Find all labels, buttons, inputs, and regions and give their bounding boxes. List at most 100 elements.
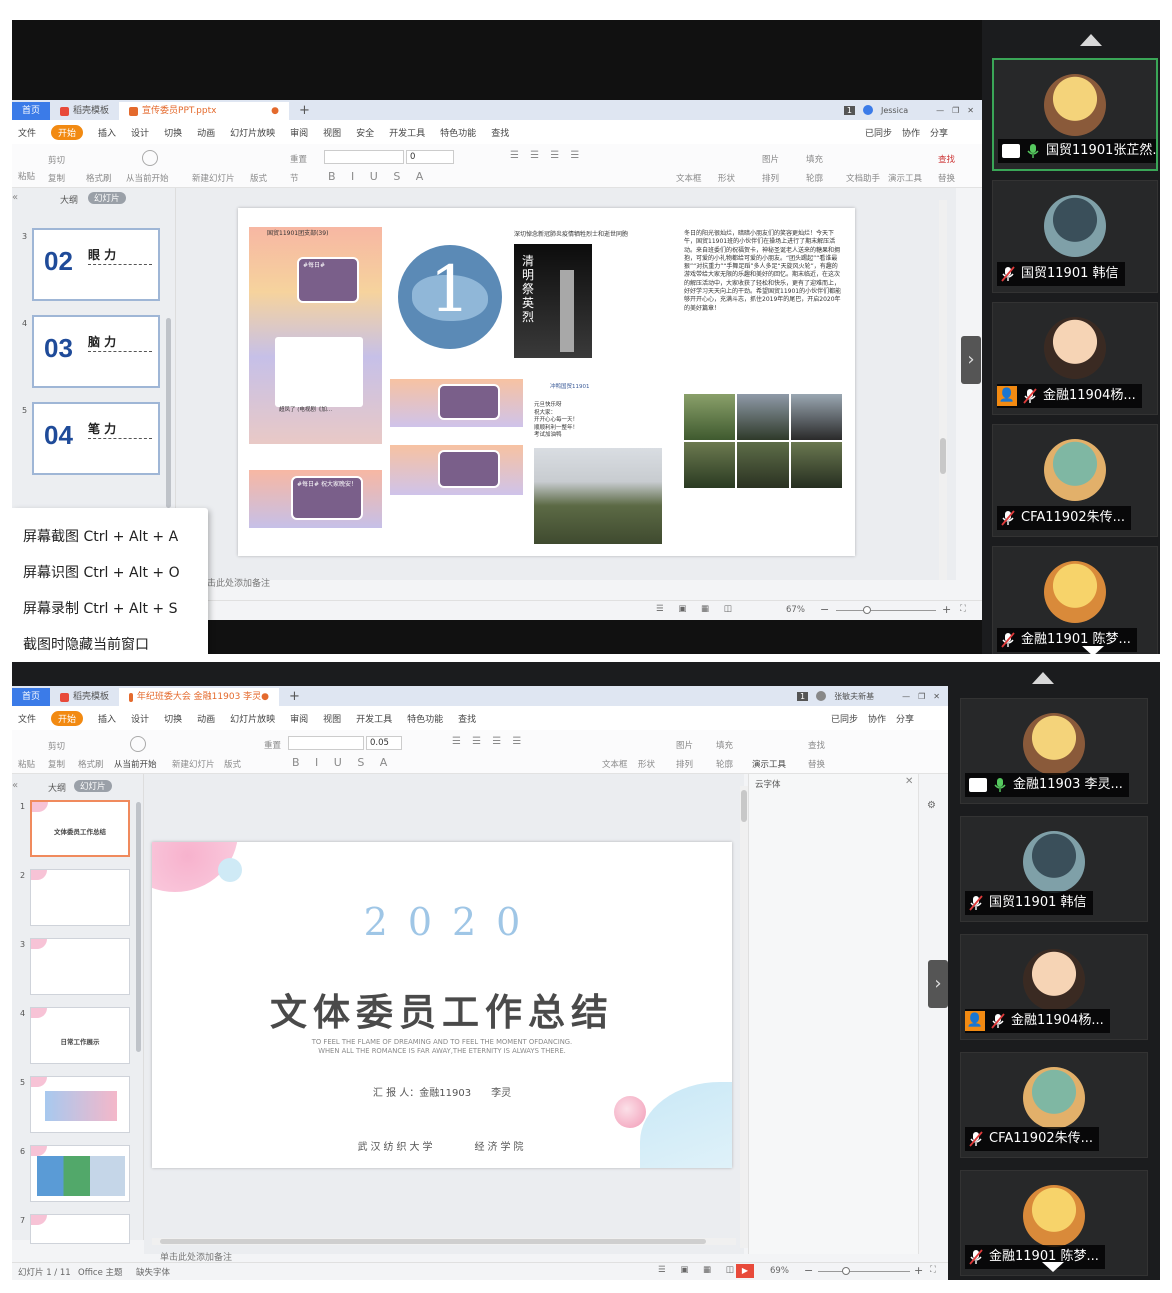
menu-3[interactable]: 插入 bbox=[98, 126, 116, 139]
scroll-down-indicator[interactable] bbox=[1082, 646, 1104, 654]
microphone-muted-icon[interactable] bbox=[1023, 388, 1037, 404]
tab-template[interactable]: 稻壳模板 bbox=[50, 102, 119, 120]
participant-tile[interactable]: 国贸11901 韩信 bbox=[960, 816, 1148, 922]
menu-2[interactable]: 开始 bbox=[51, 710, 84, 726]
view-buttons[interactable]: ☰ ▣ ▦ ◫ bbox=[658, 1265, 740, 1275]
cloud-font-label[interactable]: 云字体 bbox=[755, 778, 781, 790]
slide-thumbnail[interactable]: 日常工作展示 bbox=[30, 1007, 130, 1064]
zoom-in-button[interactable]: + bbox=[942, 603, 951, 616]
microphone-on-icon[interactable] bbox=[993, 777, 1007, 793]
reset-button[interactable]: 重置 bbox=[264, 739, 281, 751]
microphone-muted-icon[interactable] bbox=[1001, 632, 1015, 648]
doc-assistant-button[interactable]: 文档助手 bbox=[846, 172, 880, 184]
thumb-scrollbar[interactable] bbox=[136, 802, 141, 1052]
new-tab-button[interactable]: + bbox=[289, 102, 320, 120]
microphone-muted-icon[interactable] bbox=[991, 1013, 1005, 1029]
find-button[interactable]: 查找 bbox=[808, 739, 825, 751]
vertical-scrollbar[interactable] bbox=[740, 786, 748, 1248]
expand-participants-button[interactable]: › bbox=[928, 960, 948, 1008]
slide-thumbnail[interactable]: 文体委员工作总结 bbox=[30, 800, 130, 857]
microphone-muted-icon[interactable] bbox=[969, 895, 983, 911]
restore-icon[interactable]: ❐ bbox=[918, 692, 925, 701]
outline-tab[interactable]: 大纲 bbox=[48, 781, 66, 794]
play-from-current-button[interactable]: 从当前开始 bbox=[114, 758, 157, 770]
menu-11[interactable]: 开发工具 bbox=[389, 126, 425, 139]
menu-right-3[interactable]: 分享 bbox=[896, 712, 914, 725]
menu-12[interactable]: 特色功能 bbox=[440, 126, 476, 139]
screen-share-icon[interactable] bbox=[1002, 144, 1020, 158]
slide-thumbnail[interactable] bbox=[30, 938, 130, 995]
find-button[interactable]: 查找 bbox=[938, 153, 955, 165]
menu-8[interactable]: 审阅 bbox=[290, 712, 308, 725]
scroll-thumb[interactable] bbox=[741, 790, 747, 822]
slideshow-button[interactable]: ▶ bbox=[736, 1264, 754, 1278]
tab-home[interactable]: 首页 bbox=[12, 102, 51, 120]
participant-tile[interactable]: 金融11901 陈梦... bbox=[960, 1170, 1148, 1276]
participant-tile[interactable]: CFA11902朱传... bbox=[992, 424, 1158, 537]
cut-button[interactable]: 剪切 bbox=[48, 740, 65, 752]
format-painter-button[interactable]: 格式刷 bbox=[86, 172, 112, 184]
menu-4[interactable]: 设计 bbox=[131, 712, 149, 725]
properties-icon[interactable]: ⚙ bbox=[927, 800, 936, 811]
current-slide[interactable]: 国贸11901团支部(39) #每日# 超凤了 (电视剧《加... #每日# 祝… bbox=[238, 208, 855, 556]
menu-4[interactable]: 设计 bbox=[131, 126, 149, 139]
shape-button[interactable]: 形状 bbox=[718, 172, 735, 184]
menu-7[interactable]: 幻灯片放映 bbox=[230, 712, 275, 725]
menu-6[interactable]: 动画 bbox=[197, 712, 215, 725]
expand-participants-button[interactable]: › bbox=[961, 336, 981, 384]
zoom-value[interactable]: 67% bbox=[786, 605, 805, 615]
outline-tab[interactable]: 大纲 bbox=[60, 193, 78, 206]
reset-button[interactable]: 重置 bbox=[290, 153, 307, 165]
fit-window-icon[interactable]: ⛶ bbox=[960, 604, 966, 614]
slide-thumbnail[interactable] bbox=[30, 1214, 130, 1244]
menu-12[interactable]: 查找 bbox=[458, 712, 476, 725]
menu-right-1[interactable]: 已同步 bbox=[865, 126, 892, 139]
screen-share-icon[interactable] bbox=[969, 778, 987, 792]
cut-button[interactable]: 剪切 bbox=[48, 154, 65, 166]
menu-3[interactable]: 插入 bbox=[98, 712, 116, 725]
scroll-thumb[interactable] bbox=[940, 438, 946, 474]
current-slide[interactable]: 2020 文体委员工作总结 TO FEEL THE FLAME OF DREAM… bbox=[152, 842, 732, 1168]
zoom-out-button[interactable]: − bbox=[804, 1264, 813, 1277]
fill-button[interactable]: 填充 bbox=[716, 739, 733, 751]
arrange-button[interactable]: 排列 bbox=[676, 758, 693, 770]
close-icon[interactable]: ✕ bbox=[933, 692, 940, 701]
slide-thumbnail[interactable] bbox=[30, 1076, 130, 1133]
menu-6[interactable]: 动画 bbox=[197, 126, 215, 139]
menu-right-2[interactable]: 协作 bbox=[902, 126, 920, 139]
paste-button[interactable]: 粘贴 bbox=[18, 758, 35, 770]
replace-button[interactable]: 替换 bbox=[938, 172, 955, 184]
tab-home[interactable]: 首页 bbox=[12, 688, 51, 706]
slides-tab[interactable]: 幻灯片 bbox=[74, 780, 112, 792]
zoom-slider-knob[interactable] bbox=[842, 1267, 850, 1275]
menu-1[interactable]: 文件 bbox=[18, 126, 36, 139]
fill-button[interactable]: 填充 bbox=[806, 153, 823, 165]
replace-button[interactable]: 替换 bbox=[808, 758, 825, 770]
copy-button[interactable]: 复制 bbox=[48, 172, 65, 184]
menu-item-screen-record[interactable]: 屏幕录制 Ctrl + Alt + S bbox=[23, 598, 177, 618]
minimize-icon[interactable]: — bbox=[902, 692, 910, 701]
textbox-button[interactable]: 文本框 bbox=[676, 172, 702, 184]
zoom-out-button[interactable]: − bbox=[820, 603, 829, 616]
outline-button[interactable]: 轮廓 bbox=[806, 172, 823, 184]
presenter-tools-button[interactable]: 演示工具 bbox=[752, 758, 786, 770]
menu-10[interactable]: 开发工具 bbox=[356, 712, 392, 725]
copy-button[interactable]: 复制 bbox=[48, 758, 65, 770]
fit-window-icon[interactable]: ⛶ bbox=[930, 1265, 936, 1275]
font-name-select[interactable] bbox=[324, 150, 404, 164]
participant-tile[interactable]: 国贸11901张芷然... bbox=[992, 58, 1158, 171]
view-buttons[interactable]: ☰ ▣ ▦ ◫ bbox=[656, 604, 738, 614]
menu-item-screen-ocr[interactable]: 屏幕识图 Ctrl + Alt + O bbox=[23, 562, 180, 582]
menu-right-3[interactable]: 分享 bbox=[930, 126, 948, 139]
new-tab-button[interactable]: + bbox=[279, 688, 310, 706]
bold-italic-group[interactable]: B I U S A bbox=[328, 170, 429, 183]
participant-tile[interactable]: CFA11902朱传... bbox=[960, 1052, 1148, 1158]
shape-button[interactable]: 形状 bbox=[638, 758, 655, 770]
restore-icon[interactable]: ❐ bbox=[952, 106, 959, 115]
tab-template[interactable]: 稻壳模板 bbox=[50, 688, 119, 706]
zoom-value[interactable]: 69% bbox=[770, 1266, 789, 1276]
microphone-muted-icon[interactable] bbox=[969, 1131, 983, 1147]
vertical-scrollbar[interactable] bbox=[939, 200, 947, 580]
slides-tab[interactable]: 幻灯片 bbox=[88, 192, 126, 204]
paste-button[interactable]: 粘贴 bbox=[18, 170, 35, 182]
